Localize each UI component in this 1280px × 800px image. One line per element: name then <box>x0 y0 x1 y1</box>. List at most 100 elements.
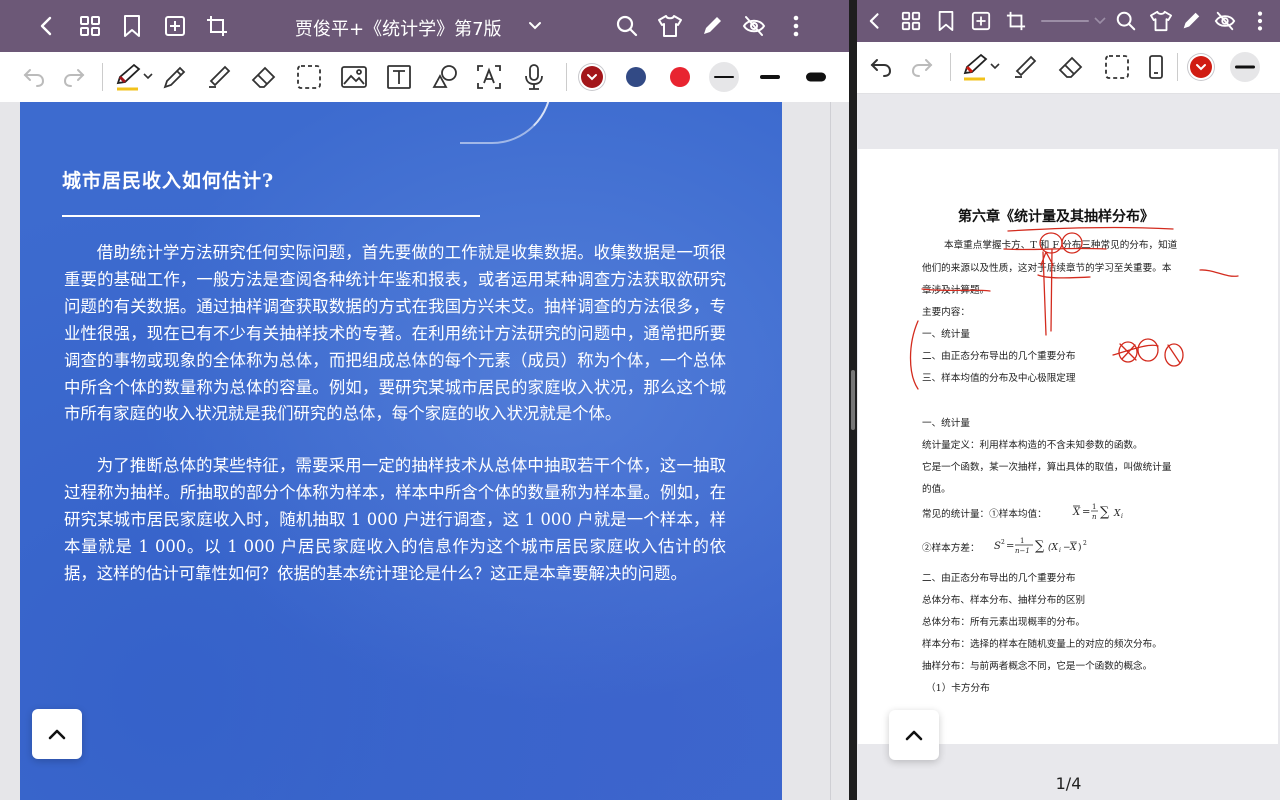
note-line: 抽样分布：与前两者概念不同，它是一个函数的概念。 <box>922 661 1153 672</box>
pen-tool-icon[interactable] <box>961 51 1001 83</box>
note-line: （1）卡方分布 <box>926 683 990 694</box>
add-page-icon[interactable] <box>164 15 186 37</box>
note-line: 常见的统计量：①样本均值： <box>922 509 1047 520</box>
stroke-width-thin[interactable] <box>709 62 739 92</box>
eye-off-icon[interactable] <box>1214 10 1236 32</box>
sample-mean-formula: X = 1 n ∑ X i <box>1071 497 1141 525</box>
page-indicator: 1/4 <box>1055 774 1082 793</box>
svg-text:1: 1 <box>1092 503 1096 511</box>
book-heading: 城市居民收入如何估计? <box>62 170 275 192</box>
note-line: 总体分布、样本分布、抽样分布的区别 <box>922 595 1086 606</box>
left-tool-bar <box>0 52 849 103</box>
shirt-icon[interactable] <box>657 14 683 38</box>
back-icon[interactable] <box>35 14 59 38</box>
image-icon[interactable] <box>340 65 368 89</box>
note-line: ②样本方差： <box>922 543 980 554</box>
right-tool-bar <box>857 42 1280 94</box>
right-top-bar <box>857 0 1280 42</box>
redo-icon[interactable] <box>62 65 86 89</box>
note-line: 主要内容： <box>922 307 970 318</box>
chevron-up-icon <box>48 729 66 740</box>
heading-rule <box>62 215 480 217</box>
eraser-icon[interactable] <box>250 64 278 90</box>
book-paragraph: 借助统计学方法研究任何实际问题，首先要做的工作就是收集数据。收集数据是一项很重要… <box>64 243 726 424</box>
lasso-select-icon[interactable] <box>296 64 322 90</box>
pen-icon[interactable] <box>1180 10 1202 32</box>
svg-text:(X: (X <box>1048 542 1059 553</box>
color-swatch-dark-red[interactable] <box>581 66 603 88</box>
undo-icon[interactable] <box>869 55 893 79</box>
svg-text:2: 2 <box>1083 540 1087 547</box>
redo-icon[interactable] <box>910 55 934 79</box>
color-swatch-red[interactable] <box>1190 56 1212 78</box>
left-pane: 贾俊平+《统计学》第7版 城市居民收入如何估计? 借助统计学方法研究任何实际问题… <box>0 0 849 800</box>
note-line: 的值。 <box>922 484 951 495</box>
note-line: 统计量定义：利用样本构造的不含未知参数的函数。 <box>922 440 1143 451</box>
svg-text:∑: ∑ <box>1100 505 1110 520</box>
title-dropdown-icon[interactable] <box>1041 15 1109 27</box>
more-icon[interactable] <box>792 14 800 38</box>
toolbar-separator <box>1177 53 1178 81</box>
stroke-width-thin[interactable] <box>1230 52 1260 82</box>
undo-icon[interactable] <box>22 65 46 89</box>
back-icon[interactable] <box>865 11 885 31</box>
color-swatch-navy[interactable] <box>626 67 646 87</box>
more-icon[interactable] <box>1256 10 1264 32</box>
pencil-icon[interactable] <box>162 64 188 90</box>
shirt-icon[interactable] <box>1149 10 1173 32</box>
color-swatch-red[interactable] <box>670 67 690 87</box>
eye-off-icon[interactable] <box>742 14 766 38</box>
ocr-text-icon[interactable] <box>476 64 502 90</box>
stroke-width-thick[interactable] <box>801 62 831 92</box>
eraser-icon[interactable] <box>1057 54 1085 80</box>
highlighter-icon[interactable] <box>206 64 232 90</box>
svg-text:∑: ∑ <box>1035 539 1045 554</box>
shape-icon[interactable] <box>431 64 459 90</box>
lasso-select-icon[interactable] <box>1104 54 1130 80</box>
search-icon[interactable] <box>615 14 639 38</box>
pen-icon[interactable] <box>700 14 724 38</box>
svg-text:X: X <box>1113 509 1121 519</box>
split-drag-handle[interactable] <box>851 370 855 430</box>
note-line: 章涉及计算题。 <box>922 285 990 296</box>
grid-icon[interactable] <box>901 11 921 31</box>
highlighter-icon[interactable] <box>1012 54 1038 80</box>
note-title: 第六章《统计量及其抽样分布》 <box>958 209 1154 225</box>
document-title[interactable]: 贾俊平+《统计学》第7版 <box>295 15 502 41</box>
stroke-width-medium[interactable] <box>755 62 785 92</box>
note-viewport[interactable]: 第六章《统计量及其抽样分布》 本章重点掌握卡方、T 和 F 分布三种常见的分布，… <box>857 94 1280 800</box>
search-icon[interactable] <box>1115 10 1137 32</box>
add-page-icon[interactable] <box>971 11 991 31</box>
note-page[interactable]: 第六章《统计量及其抽样分布》 本章重点掌握卡方、T 和 F 分布三种常见的分布，… <box>858 149 1278 744</box>
crop-icon[interactable] <box>206 15 228 37</box>
svg-text:=: = <box>1082 507 1090 518</box>
grid-icon[interactable] <box>79 15 101 37</box>
right-pane: 第六章《统计量及其抽样分布》 本章重点掌握卡方、T 和 F 分布三种常见的分布，… <box>857 0 1280 800</box>
phone-icon[interactable] <box>1147 54 1165 80</box>
bookmark-icon[interactable] <box>936 10 956 32</box>
pen-tool-icon[interactable] <box>114 61 154 93</box>
scroll-up-button[interactable] <box>32 709 82 759</box>
bookmark-icon[interactable] <box>121 14 143 38</box>
sample-variance-formula: S 2 = 1 n−1 ∑ (X i − X ) 2 <box>992 531 1102 559</box>
crop-icon[interactable] <box>1006 11 1026 31</box>
svg-text:i: i <box>1121 513 1123 520</box>
title-dropdown-icon[interactable] <box>528 20 542 32</box>
book-page[interactable]: 城市居民收入如何估计? 借助统计学方法研究任何实际问题，首先要做的工作就是收集数… <box>20 102 782 800</box>
text-box-icon[interactable] <box>386 64 412 90</box>
svg-text:X: X <box>1072 507 1081 518</box>
scroll-up-button[interactable] <box>889 710 939 760</box>
note-line: 总体分布：所有元素出现概率的分布。 <box>922 617 1086 628</box>
document-viewport[interactable]: 城市居民收入如何估计? 借助统计学方法研究任何实际问题，首先要做的工作就是收集数… <box>0 102 849 800</box>
decorative-arc <box>460 102 552 144</box>
svg-text:i: i <box>1059 547 1061 554</box>
svg-text:=: = <box>1006 541 1014 552</box>
note-line: 三、样本均值的分布及中心极限定理 <box>922 373 1076 384</box>
note-line: 本章重点掌握卡方、T 和 F 分布三种常见的分布，知道 <box>944 240 1178 251</box>
note-line: 一、统计量 <box>922 329 970 340</box>
note-line: 它是一个函数，某一次抽样，算出具体的取值，叫做统计量 <box>922 462 1172 473</box>
svg-text:n: n <box>1092 513 1097 521</box>
microphone-icon[interactable] <box>522 63 546 91</box>
toolbar-separator <box>566 63 567 91</box>
svg-text:S: S <box>994 541 1001 552</box>
